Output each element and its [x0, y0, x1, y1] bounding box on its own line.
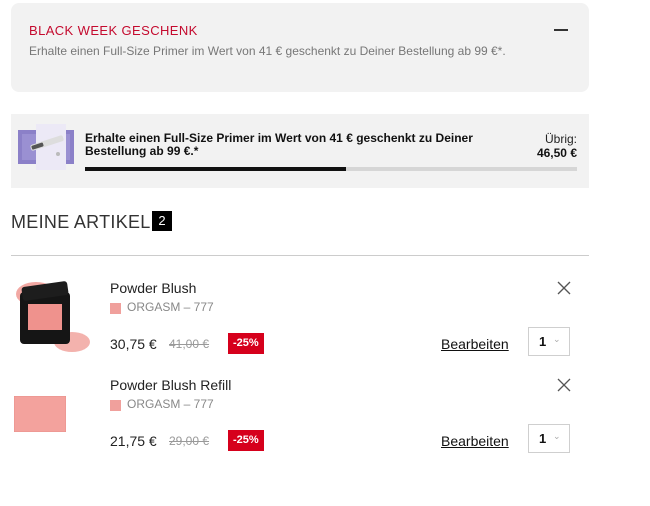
edit-link[interactable]: Bearbeiten — [441, 433, 509, 449]
gift-progress-box: Erhalte einen Full-Size Primer im Wert v… — [11, 114, 589, 188]
item-name: Powder Blush — [110, 280, 197, 296]
promo-banner: BLACK WEEK GESCHENK Erhalte einen Full-S… — [11, 3, 589, 92]
promo-title: BLACK WEEK GESCHENK — [29, 23, 198, 38]
discount-badge: -25% — [228, 333, 264, 354]
item-old-price: 29,00 € — [169, 434, 210, 448]
quantity-value: 1 — [539, 334, 547, 349]
gift-product-image — [18, 124, 74, 170]
item-name: Powder Blush Refill — [110, 377, 232, 393]
remaining-value: 46,50 € — [536, 146, 577, 160]
divider — [11, 255, 589, 256]
shade-swatch — [110, 303, 121, 314]
discount-badge: -25% — [228, 430, 264, 451]
gift-progress-fill — [85, 167, 346, 171]
item-old-price: 41,00 € — [169, 337, 210, 351]
quantity-select[interactable]: 1 ⌄ — [528, 327, 570, 356]
cart-item: Powder Blush ORGASM – 777 30,75 € 41,00 … — [0, 280, 600, 370]
shade-swatch — [110, 400, 121, 411]
item-shade: ORGASM – 777 — [127, 397, 214, 411]
powder-blush-image — [16, 281, 90, 352]
item-price: 30,75 € — [110, 336, 157, 352]
cart-item: Powder Blush Refill ORGASM – 777 21,75 €… — [0, 377, 600, 467]
chevron-down-icon: ⌄ — [553, 334, 561, 344]
quantity-select[interactable]: 1 ⌄ — [528, 424, 570, 453]
item-shade: ORGASM – 777 — [127, 300, 214, 314]
close-icon[interactable] — [556, 280, 572, 296]
gift-text: Erhalte einen Full-Size Primer im Wert v… — [85, 131, 473, 158]
quantity-value: 1 — [539, 431, 547, 446]
minus-icon[interactable] — [554, 29, 568, 31]
cart-title: MEINE ARTIKEL — [11, 212, 151, 232]
chevron-down-icon: ⌄ — [553, 431, 561, 441]
cart-count-badge: 2 — [152, 211, 172, 231]
close-icon[interactable] — [556, 377, 572, 393]
powder-blush-refill-image — [14, 396, 66, 432]
remaining-label: Übrig: — [544, 132, 577, 146]
gift-progress-bar — [85, 167, 577, 171]
edit-link[interactable]: Bearbeiten — [441, 336, 509, 352]
item-price: 21,75 € — [110, 433, 157, 449]
promo-text: Erhalte einen Full-Size Primer im Wert v… — [29, 44, 506, 58]
